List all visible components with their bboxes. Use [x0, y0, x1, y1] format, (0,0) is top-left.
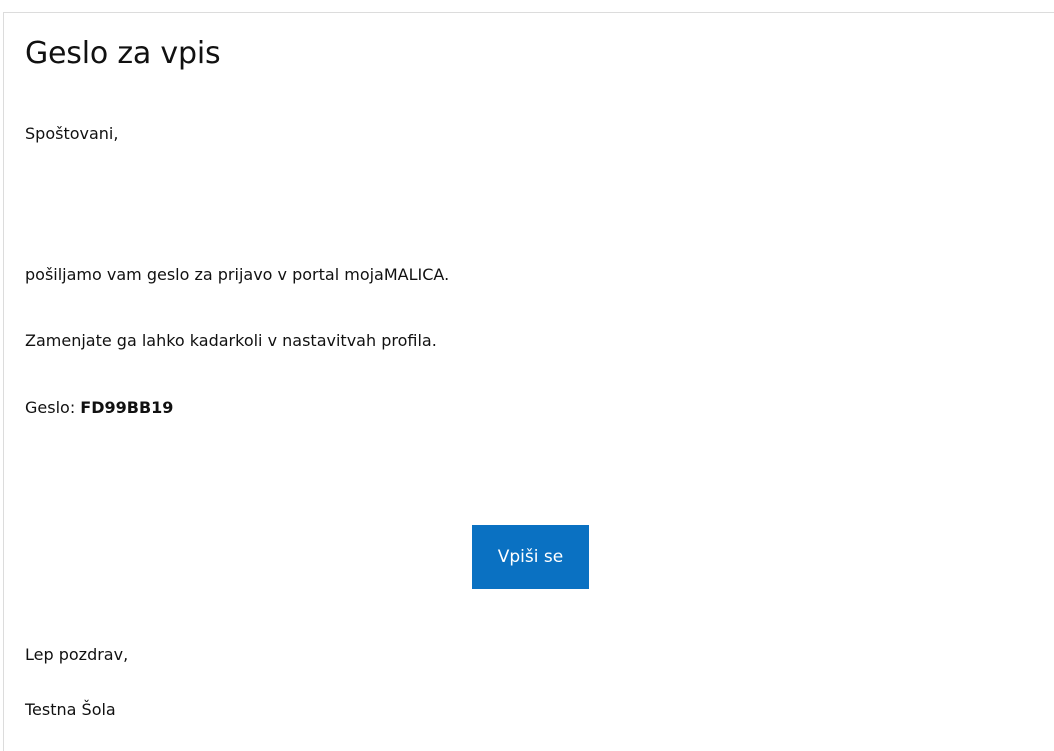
email-card: Geslo za vpis Spoštovani, pošiljamo vam … — [3, 12, 1054, 751]
email-title: Geslo za vpis — [25, 36, 221, 71]
message-paragraph-2: Zamenjate ga lahko kadarkoli v nastavitv… — [25, 331, 437, 350]
password-line: Geslo: FD99BB19 — [25, 396, 173, 420]
password-value: FD99BB19 — [80, 398, 174, 417]
greeting-text: Spoštovani, — [25, 124, 119, 143]
message-paragraph-1: pošiljamo vam geslo za prijavo v portal … — [25, 265, 450, 284]
signature-text: Testna Šola — [25, 700, 116, 719]
login-button[interactable]: Vpiši se — [472, 525, 589, 589]
closing-text: Lep pozdrav, — [25, 645, 129, 664]
password-label: Geslo: — [25, 398, 76, 417]
